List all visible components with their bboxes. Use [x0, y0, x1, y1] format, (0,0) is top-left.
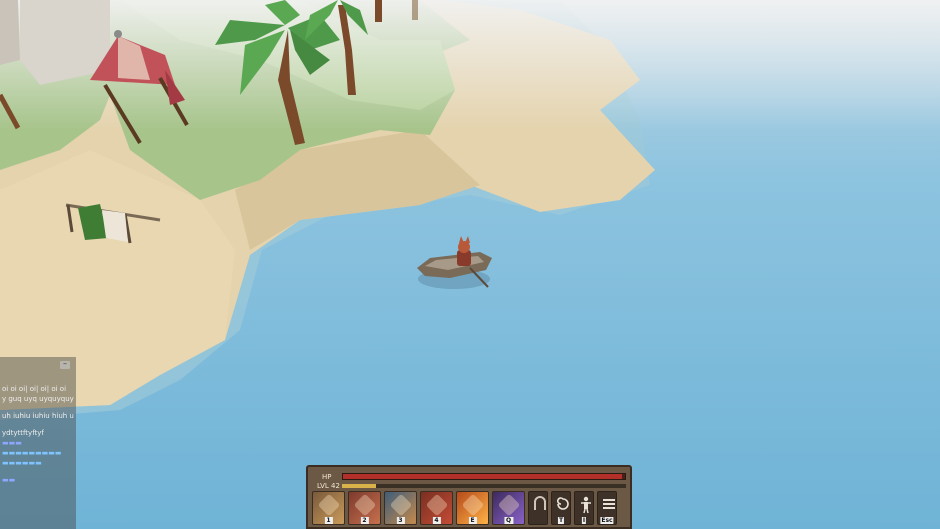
hp-bar-fill	[343, 474, 623, 479]
rock-edge	[0, 0, 20, 65]
chat-line-redacted: ▬▬▬▬▬▬▬▬▬	[2, 449, 62, 457]
hp-label: HP	[322, 473, 332, 481]
shield-skill-slot[interactable]: 3	[384, 491, 417, 525]
fire-burst-icon	[461, 493, 485, 517]
chat-line: uh iuhiu iuhiu hiuh uih	[2, 412, 74, 420]
action-bar: HP LVL 42 1 2 3 4 E Q T I Esc	[306, 465, 632, 529]
menu-button[interactable]: Esc	[597, 491, 617, 525]
horseshoe-icon	[534, 496, 546, 510]
chat-line: oi oi oi| oi| oi| oi oi	[2, 385, 67, 393]
hotkey-label: 3	[396, 517, 405, 524]
fire-burst-skill-slot[interactable]: E	[456, 491, 489, 525]
slash-skill-slot[interactable]: 2	[348, 491, 381, 525]
chat-line-redacted: ▬▬▬	[2, 439, 22, 447]
chat-line: y guq uyq uyquyquyo	[2, 395, 74, 403]
hotkey-label: 2	[360, 517, 369, 524]
menu-icon	[603, 499, 615, 509]
hotkey-label: 1	[324, 517, 333, 524]
character-button[interactable]: I	[574, 491, 594, 525]
sword-icon	[317, 493, 341, 517]
hp-bar	[342, 473, 626, 480]
chat-panel: – oi oi oi| oi| oi| oi oi y guq uyq uyqu…	[0, 357, 76, 529]
hotkey-label: 4	[432, 517, 441, 524]
xp-bar	[342, 484, 626, 488]
chat-line-redacted: ▬▬▬▬▬▬	[2, 459, 42, 467]
skill-slots: 1 2 3 4 E Q T I Esc	[312, 491, 617, 525]
hotkey-label: Esc	[600, 517, 614, 524]
fist-skill-slot[interactable]: 4	[420, 491, 453, 525]
arcane-claw-icon	[497, 493, 521, 517]
hotkey-label: I	[581, 517, 587, 524]
swirl-button[interactable]: T	[551, 491, 571, 525]
hotkey-label: Q	[503, 517, 514, 524]
hotkey-label: E	[468, 517, 477, 524]
sword-skill-slot[interactable]: 1	[312, 491, 345, 525]
slash-icon	[353, 493, 377, 517]
chat-line: ydtyttftyftyf	[2, 429, 44, 437]
swirl-icon	[557, 497, 569, 510]
horseshoe-button[interactable]	[528, 491, 548, 525]
game-world	[0, 0, 940, 529]
chat-minimize-button[interactable]: –	[60, 360, 70, 369]
xp-bar-fill	[342, 484, 377, 488]
shield-icon	[389, 493, 413, 517]
chat-line-redacted: ▬▬	[2, 476, 16, 484]
fist-icon	[425, 493, 449, 517]
character-icon	[581, 496, 591, 514]
hotkey-label: T	[557, 517, 565, 524]
level-label: LVL 42	[317, 482, 340, 490]
arcane-claw-skill-slot[interactable]: Q	[492, 491, 525, 525]
